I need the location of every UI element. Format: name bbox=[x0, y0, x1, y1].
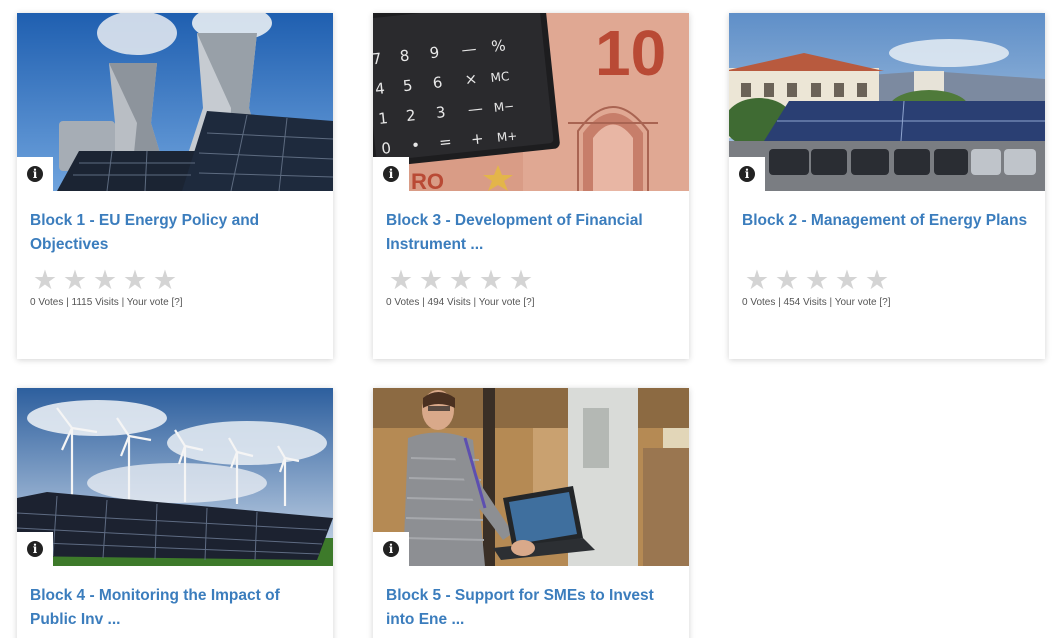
star-icon[interactable]: ★ bbox=[477, 267, 505, 294]
rating-stats: 0 Votes | 454 Visits | Your vote [?] bbox=[742, 297, 891, 308]
calculator-key: — bbox=[461, 39, 478, 58]
calculator-key: M+ bbox=[496, 129, 518, 145]
help-link[interactable]: [?] bbox=[523, 297, 534, 308]
star-icon[interactable]: ★ bbox=[151, 267, 179, 294]
rating-stats: 0 Votes | 1115 Visits | Your vote [?] bbox=[30, 297, 183, 308]
star-icon[interactable]: ★ bbox=[833, 267, 861, 294]
star-icon[interactable]: ★ bbox=[743, 267, 771, 294]
star-icon[interactable]: ★ bbox=[447, 267, 475, 294]
course-card: 10 RO 7 8 9 — % 4 5 6 × MC 1 2 3 — M− 0 … bbox=[373, 13, 689, 359]
course-title-link[interactable]: Block 5 - Support for SMEs to Invest int… bbox=[386, 584, 675, 632]
calculator-key: 8 bbox=[399, 47, 410, 66]
calculator-key: 3 bbox=[435, 103, 446, 122]
course-card: i Block 2 - Management of Energy Plans ★… bbox=[729, 13, 1045, 359]
calculator-key: M− bbox=[493, 99, 515, 115]
solar-carport-image bbox=[729, 13, 1045, 191]
course-title-link[interactable]: Block 3 - Development of Financial Instr… bbox=[386, 209, 675, 257]
cooling-towers-image bbox=[17, 13, 333, 191]
calculator-key: 1 bbox=[377, 109, 388, 128]
star-rating: ★ ★ ★ ★ ★ bbox=[387, 267, 689, 294]
star-icon[interactable]: ★ bbox=[507, 267, 535, 294]
your-vote-label: Your vote bbox=[126, 297, 169, 308]
info-icon: i bbox=[27, 541, 43, 557]
star-icon[interactable]: ★ bbox=[121, 267, 149, 294]
star-rating: ★ ★ ★ ★ ★ bbox=[743, 267, 1045, 294]
help-link[interactable]: [?] bbox=[879, 297, 890, 308]
info-button[interactable]: i bbox=[729, 157, 765, 191]
star-icon[interactable]: ★ bbox=[387, 267, 415, 294]
course-card: i Block 4 - Monitoring the Impact of Pub… bbox=[17, 388, 333, 638]
info-button[interactable]: i bbox=[17, 532, 53, 566]
votes-count: 0 Votes bbox=[386, 297, 420, 308]
engineer-laptop-image bbox=[373, 388, 689, 566]
star-icon[interactable]: ★ bbox=[803, 267, 831, 294]
course-grid: i Block 1 - EU Energy Policy and Objecti… bbox=[0, 0, 1063, 638]
visits-count: 454 Visits bbox=[783, 297, 827, 308]
course-thumbnail[interactable]: i bbox=[17, 388, 333, 566]
calculator-key: — bbox=[467, 99, 484, 118]
calculator-key: + bbox=[470, 129, 484, 148]
calculator-key: • bbox=[410, 136, 421, 155]
star-icon[interactable]: ★ bbox=[417, 267, 445, 294]
star-icon[interactable]: ★ bbox=[31, 267, 59, 294]
star-rating: ★ ★ ★ ★ ★ bbox=[31, 267, 333, 294]
info-icon: i bbox=[383, 541, 399, 557]
calculator-key: % bbox=[490, 36, 506, 55]
calculator-key: 9 bbox=[429, 43, 440, 62]
info-icon: i bbox=[27, 166, 43, 182]
calculator-key: = bbox=[438, 133, 452, 152]
calculator-key: 6 bbox=[432, 73, 443, 92]
rating-stats: 0 Votes | 494 Visits | Your vote [?] bbox=[386, 297, 535, 308]
course-card: i Block 5 - Support for SMEs to Invest i… bbox=[373, 388, 689, 638]
your-vote-label: Your vote bbox=[478, 297, 521, 308]
star-icon[interactable]: ★ bbox=[61, 267, 89, 294]
star-icon[interactable]: ★ bbox=[91, 267, 119, 294]
info-icon: i bbox=[383, 166, 399, 182]
wind-turbines-image bbox=[17, 388, 333, 566]
info-button[interactable]: i bbox=[373, 532, 409, 566]
calculator-key: 0 bbox=[380, 139, 391, 158]
course-title-link[interactable]: Block 4 - Monitoring the Impact of Publi… bbox=[30, 584, 319, 632]
banknote-value: 10 bbox=[595, 17, 666, 89]
calculator-key: 5 bbox=[402, 76, 413, 95]
course-card: i Block 1 - EU Energy Policy and Objecti… bbox=[17, 13, 333, 359]
course-title-link[interactable]: Block 1 - EU Energy Policy and Objective… bbox=[30, 209, 319, 257]
course-thumbnail[interactable]: 10 RO 7 8 9 — % 4 5 6 × MC 1 2 3 — M− 0 … bbox=[373, 13, 689, 191]
course-thumbnail[interactable]: i bbox=[17, 13, 333, 191]
calculator-key: MC bbox=[490, 69, 510, 85]
visits-count: 1115 Visits bbox=[71, 297, 119, 308]
info-button[interactable]: i bbox=[373, 157, 409, 191]
course-thumbnail[interactable]: i bbox=[373, 388, 689, 566]
calculator-key: × bbox=[464, 70, 478, 89]
course-thumbnail[interactable]: i bbox=[729, 13, 1045, 191]
course-title-link[interactable]: Block 2 - Management of Energy Plans bbox=[742, 209, 1031, 257]
info-button[interactable]: i bbox=[17, 157, 53, 191]
calculator-key: 4 bbox=[374, 79, 385, 98]
calculator-key: 2 bbox=[405, 106, 416, 125]
visits-count: 494 Visits bbox=[427, 297, 471, 308]
banknote-word: RO bbox=[411, 169, 444, 191]
votes-count: 0 Votes bbox=[742, 297, 776, 308]
help-link[interactable]: [?] bbox=[171, 297, 182, 308]
star-icon[interactable]: ★ bbox=[773, 267, 801, 294]
info-icon: i bbox=[739, 166, 755, 182]
your-vote-label: Your vote bbox=[834, 297, 877, 308]
votes-count: 0 Votes bbox=[30, 297, 64, 308]
calculator-euro-image: 10 RO 7 8 9 — % 4 5 6 × MC 1 2 3 — M− 0 … bbox=[373, 13, 689, 191]
star-icon[interactable]: ★ bbox=[863, 267, 891, 294]
